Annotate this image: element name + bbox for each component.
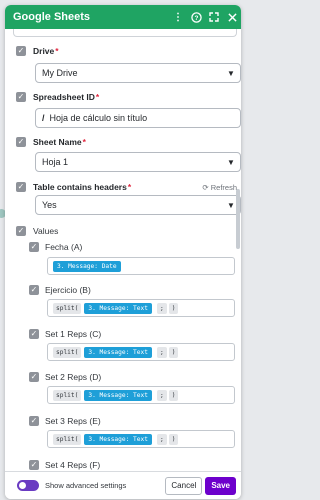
table-headers-select[interactable]: Yes ▼	[35, 195, 241, 215]
separator-token[interactable]: ;	[156, 389, 167, 401]
message-text-pill[interactable]: 3. Message: Text	[84, 389, 152, 401]
column-a-checkbox[interactable]: ✓	[29, 242, 39, 252]
refresh-icon: ⟳	[202, 183, 209, 192]
panel-title: Google Sheets	[13, 11, 91, 23]
values-label: Values	[33, 226, 59, 236]
toggle-knob	[19, 482, 26, 489]
sheet-name-select[interactable]: Hoja 1 ▼	[35, 152, 241, 172]
drive-select-value: My Drive	[42, 68, 78, 78]
cancel-button[interactable]: Cancel	[165, 476, 203, 495]
table-headers-label: Table contains headers*	[33, 182, 132, 192]
refresh-label: Refresh	[210, 183, 237, 192]
split-function[interactable]: split(	[53, 433, 82, 445]
table-headers-select-value: Yes	[42, 200, 57, 210]
help-icon[interactable]: ?	[187, 8, 205, 26]
values-checkbox[interactable]: ✓	[16, 226, 26, 236]
column-e-value-field[interactable]: split( 3. Message: Text ; )	[47, 430, 235, 448]
advanced-settings-label: Show advanced settings	[45, 481, 127, 490]
column-c-label: Set 1 Reps (C)	[45, 329, 102, 339]
spreadsheet-id-value: Hoja de cálculo sin título	[49, 113, 148, 123]
close-paren-token[interactable]: )	[168, 433, 179, 445]
message-text-pill[interactable]: 3. Message: Text	[84, 346, 152, 358]
chevron-down-icon: ▼	[227, 68, 235, 78]
message-date-pill[interactable]: 3. Message: Date	[53, 260, 121, 272]
message-text-pill[interactable]: 3. Message: Text	[84, 302, 152, 314]
spreadsheet-id-label: Spreadsheet ID*	[33, 92, 100, 102]
expand-icon[interactable]	[205, 8, 223, 26]
separator-token[interactable]: ;	[156, 433, 167, 445]
separator-token[interactable]: ;	[156, 346, 167, 358]
drive-label: Drive*	[33, 46, 59, 56]
column-b-label: Ejercicio (B)	[45, 285, 91, 295]
split-function[interactable]: split(	[53, 346, 82, 358]
column-d-checkbox[interactable]: ✓	[29, 372, 39, 382]
advanced-settings-toggle[interactable]	[17, 480, 39, 491]
column-d-value-field[interactable]: split( 3. Message: Text ; )	[47, 386, 235, 404]
drive-checkbox[interactable]: ✓	[16, 46, 26, 56]
split-function[interactable]: split(	[53, 389, 82, 401]
scrollbar-thumb[interactable]	[236, 189, 240, 249]
collapsed-section-edge	[13, 29, 237, 37]
column-f-label: Set 4 Reps (F)	[45, 460, 101, 470]
column-e-checkbox[interactable]: ✓	[29, 416, 39, 426]
spreadsheet-id-checkbox[interactable]: ✓	[16, 92, 26, 102]
column-b-value-field[interactable]: split( 3. Message: Text ; )	[47, 299, 235, 317]
table-headers-checkbox[interactable]: ✓	[16, 182, 26, 192]
module-settings-panel: Google Sheets ⋮ ? ✓ Drive* My Drive ▼ ✓ …	[5, 5, 241, 499]
path-slash-icon: /	[42, 113, 45, 123]
spreadsheet-id-field[interactable]: / Hoja de cálculo sin título	[35, 108, 241, 128]
column-a-value-field[interactable]: 3. Message: Date	[47, 257, 235, 275]
close-paren-token[interactable]: )	[168, 302, 179, 314]
close-paren-token[interactable]: )	[168, 389, 179, 401]
chevron-down-icon: ▼	[227, 157, 235, 167]
sheet-name-label: Sheet Name*	[33, 137, 86, 147]
svg-text:?: ?	[194, 14, 198, 21]
column-c-value-field[interactable]: split( 3. Message: Text ; )	[47, 343, 235, 361]
column-f-checkbox[interactable]: ✓	[29, 460, 39, 470]
column-c-checkbox[interactable]: ✓	[29, 329, 39, 339]
column-b-checkbox[interactable]: ✓	[29, 285, 39, 295]
refresh-button[interactable]: ⟳ Refresh	[202, 183, 237, 192]
sheet-name-checkbox[interactable]: ✓	[16, 137, 26, 147]
column-d-label: Set 2 Reps (D)	[45, 372, 102, 382]
separator-token[interactable]: ;	[156, 302, 167, 314]
message-text-pill[interactable]: 3. Message: Text	[84, 433, 152, 445]
column-e-label: Set 3 Reps (E)	[45, 416, 101, 426]
panel-body: ✓ Drive* My Drive ▼ ✓ Spreadsheet ID* / …	[5, 29, 241, 471]
close-icon[interactable]	[223, 8, 241, 26]
close-paren-token[interactable]: )	[168, 346, 179, 358]
split-function[interactable]: split(	[53, 302, 82, 314]
sheet-name-select-value: Hoja 1	[42, 157, 69, 167]
more-vertical-icon[interactable]: ⋮	[169, 8, 187, 26]
save-button[interactable]: Save	[205, 476, 236, 495]
panel-header: Google Sheets ⋮ ?	[5, 5, 241, 29]
drive-select[interactable]: My Drive ▼	[35, 63, 241, 83]
panel-footer: Show advanced settings Cancel Save	[5, 471, 241, 499]
column-a-label: Fecha (A)	[45, 242, 83, 252]
